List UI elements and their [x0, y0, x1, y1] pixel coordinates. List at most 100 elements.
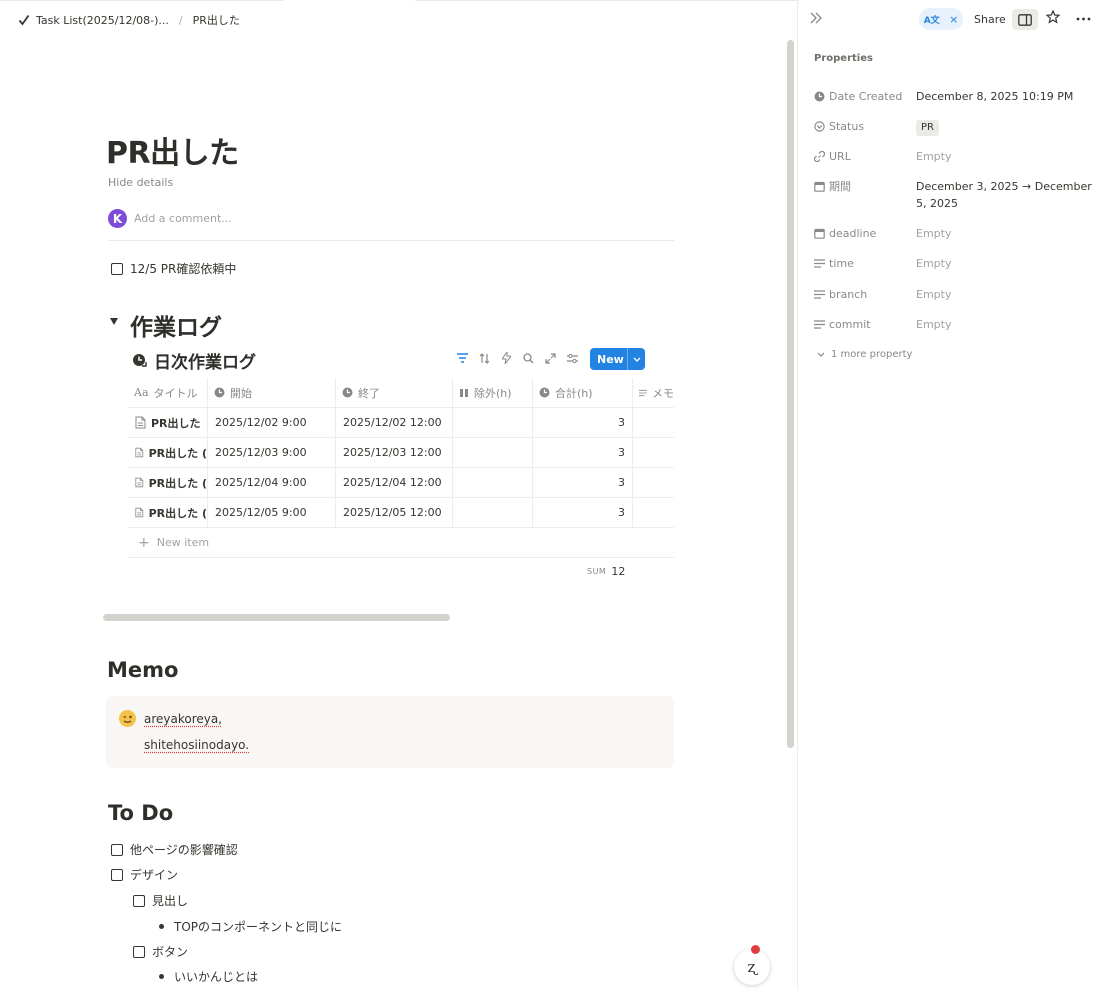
new-item-button[interactable]: + New item	[128, 528, 674, 558]
cell-total[interactable]: 3	[533, 498, 633, 527]
expand-icon[interactable]	[543, 351, 557, 365]
memo-line-1[interactable]: areyakoreya,	[144, 712, 222, 726]
cell-memo[interactable]	[633, 408, 674, 437]
sum-footer[interactable]: SUM 12	[587, 565, 625, 578]
cell-start[interactable]: 2025/12/02 9:00	[208, 408, 336, 437]
column-header-title[interactable]: Aa タイトル	[128, 378, 208, 407]
page-title[interactable]: PR出した	[106, 128, 239, 172]
cell-total[interactable]: 3	[533, 438, 633, 467]
cell-start[interactable]: 2025/12/03 9:00	[208, 438, 336, 467]
sidebar-toggle-button[interactable]	[1012, 9, 1038, 30]
todo-item-pr-review[interactable]: 12/5 PR確認依頼中	[111, 260, 236, 277]
status-badge[interactable]: PR	[916, 120, 939, 136]
property-value[interactable]: Empty	[916, 316, 1096, 333]
todo-item[interactable]: 見出し	[133, 892, 188, 909]
more-properties-button[interactable]: 1 more property	[817, 349, 912, 360]
new-record-button[interactable]: New	[590, 348, 645, 370]
property-value[interactable]: Empty	[916, 255, 1096, 272]
toggle-arrow-icon[interactable]	[110, 318, 118, 325]
todo-item[interactable]: デザイン	[111, 866, 178, 883]
database-title[interactable]: 日次作業ログ	[132, 348, 256, 373]
checkbox[interactable]	[111, 843, 123, 856]
column-header-excluded[interactable]: 除外(h)	[453, 378, 533, 407]
search-icon[interactable]	[521, 351, 535, 365]
memo-line-2[interactable]: shitehosiinodayo.	[144, 738, 249, 752]
cell-end[interactable]: 2025/12/04 12:00	[336, 468, 453, 497]
breadcrumb-parent[interactable]: Task List(2025/12/08-)...	[36, 14, 169, 27]
property-value[interactable]: Empty	[916, 286, 1096, 303]
list-item[interactable]: いいかんじとは	[159, 968, 258, 985]
cell-title[interactable]: PR出した	[128, 408, 208, 437]
todo-item[interactable]: ボタン	[133, 943, 188, 960]
property-date-created[interactable]: Date Created December 8, 2025 10:19 PM	[814, 88, 1096, 105]
chevron-down-icon[interactable]	[628, 357, 645, 362]
favorite-star-icon[interactable]	[1045, 9, 1061, 28]
property-value[interactable]: December 8, 2025 10:19 PM	[916, 88, 1096, 105]
property-status[interactable]: Status PR	[814, 118, 1096, 136]
more-options-icon[interactable]	[1076, 9, 1091, 25]
todo-item[interactable]: 他ページの影響確認	[111, 841, 238, 858]
cell-end[interactable]: 2025/12/05 12:00	[336, 498, 453, 527]
help-button[interactable]: ʐ	[734, 949, 770, 985]
settings-sliders-icon[interactable]	[565, 351, 579, 365]
cell-title[interactable]: PR出した (	[128, 468, 208, 497]
table-row[interactable]: PR出した 2025/12/02 9:00 2025/12/02 12:00 3	[128, 408, 674, 438]
cell-end[interactable]: 2025/12/02 12:00	[336, 408, 453, 437]
property-branch[interactable]: branch Empty	[814, 286, 1096, 303]
cell-total[interactable]: 3	[533, 468, 633, 497]
cell-excluded[interactable]	[453, 498, 533, 527]
cell-memo[interactable]	[633, 438, 674, 467]
todo-heading[interactable]: To Do	[108, 801, 173, 825]
list-item[interactable]: TOPのコンポーネントと同じに	[159, 918, 342, 935]
column-header-end[interactable]: 終了	[336, 378, 453, 407]
cell-end[interactable]: 2025/12/03 12:00	[336, 438, 453, 467]
automation-bolt-icon[interactable]	[499, 351, 513, 365]
checkbox[interactable]	[111, 262, 123, 275]
table-row[interactable]: PR出した ( 2025/12/03 9:00 2025/12/03 12:00…	[128, 438, 674, 468]
horizontal-scrollbar[interactable]	[103, 614, 450, 621]
memo-heading[interactable]: Memo	[107, 658, 178, 682]
table-row[interactable]: PR出した ( 2025/12/05 9:00 2025/12/05 12:00…	[128, 498, 674, 528]
property-time[interactable]: time Empty	[814, 255, 1096, 272]
vertical-scrollbar[interactable]	[787, 40, 794, 748]
sort-icon[interactable]	[477, 351, 491, 365]
property-value[interactable]: December 3, 2025 → December 5, 2025	[916, 178, 1096, 212]
cell-excluded[interactable]	[453, 408, 533, 437]
filter-icon[interactable]	[455, 351, 469, 365]
breadcrumb-current[interactable]: PR出した	[193, 12, 240, 28]
cell-excluded[interactable]	[453, 468, 533, 497]
share-button[interactable]: Share	[974, 13, 1006, 26]
cell-start[interactable]: 2025/12/04 9:00	[208, 468, 336, 497]
column-header-total[interactable]: 合計(h)	[533, 378, 633, 407]
property-url[interactable]: URL Empty	[814, 148, 1096, 165]
text-icon	[814, 319, 825, 329]
cell-title[interactable]: PR出した (	[128, 498, 208, 527]
collapse-panel-icon[interactable]	[809, 12, 823, 28]
property-value[interactable]: PR	[916, 118, 1096, 136]
cell-memo[interactable]	[633, 468, 674, 497]
column-header-memo[interactable]: メモ	[633, 378, 674, 407]
winking-face-emoji-icon[interactable]	[119, 710, 136, 727]
property-commit[interactable]: commit Empty	[814, 316, 1096, 333]
property-value[interactable]: Empty	[916, 225, 1096, 242]
table-row[interactable]: PR出した ( 2025/12/04 9:00 2025/12/04 12:00…	[128, 468, 674, 498]
cell-title[interactable]: PR出した (	[128, 438, 208, 467]
memo-callout[interactable]: areyakoreya, shitehosiinodayo.	[106, 696, 674, 768]
checkbox[interactable]	[111, 868, 123, 881]
cell-start[interactable]: 2025/12/05 9:00	[208, 498, 336, 527]
checkbox[interactable]	[133, 894, 145, 907]
column-header-start[interactable]: 開始	[208, 378, 336, 407]
checkbox[interactable]	[133, 945, 145, 958]
cell-total[interactable]: 3	[533, 408, 633, 437]
translate-button[interactable]: A文 ×	[919, 8, 963, 30]
cell-memo[interactable]	[633, 498, 674, 527]
comment-row[interactable]: K Add a comment...	[108, 209, 232, 228]
hide-details-button[interactable]: Hide details	[108, 176, 173, 189]
property-value[interactable]: Empty	[916, 148, 1096, 165]
property-period[interactable]: 期間 December 3, 2025 → December 5, 2025	[814, 178, 1096, 212]
close-icon[interactable]: ×	[949, 13, 958, 26]
cell-excluded[interactable]	[453, 438, 533, 467]
property-deadline[interactable]: deadline Empty	[814, 225, 1096, 242]
work-log-heading[interactable]: 作業ログ	[130, 308, 222, 342]
comment-input[interactable]: Add a comment...	[134, 212, 232, 225]
